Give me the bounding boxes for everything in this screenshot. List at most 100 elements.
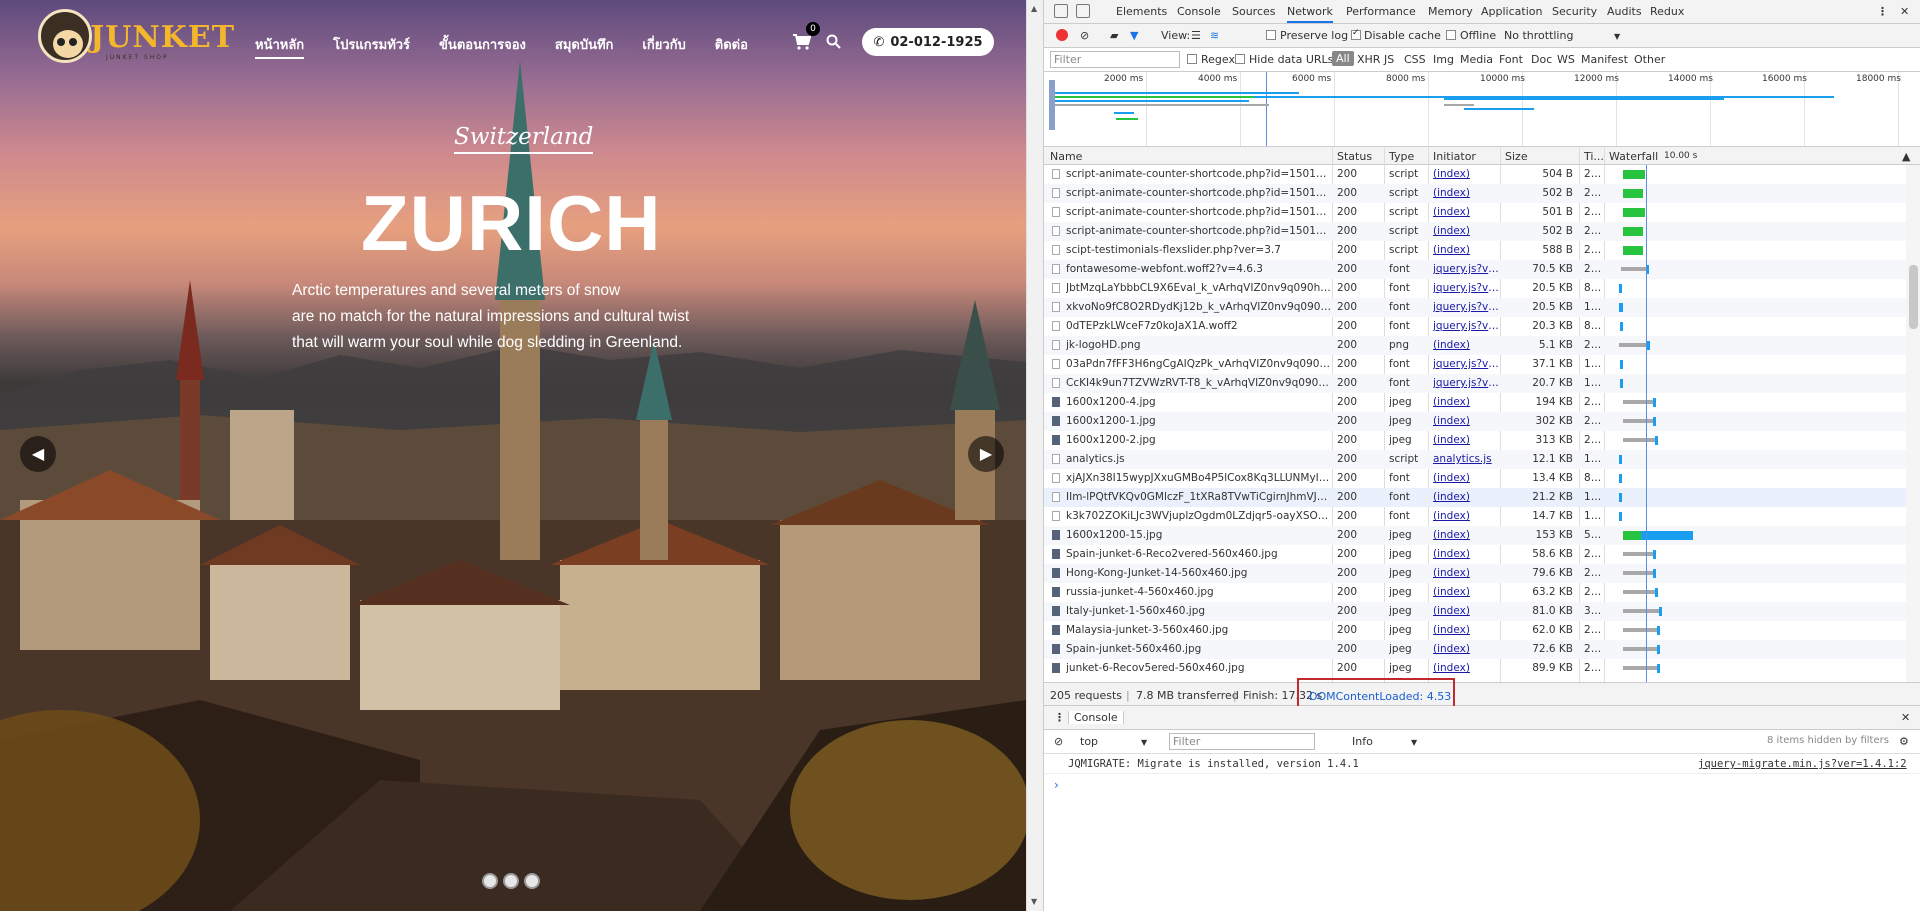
inspect-element-icon[interactable] bbox=[1054, 4, 1068, 18]
network-request-row[interactable]: IIm-lPQtfVKQv0GMlczF_1tXRa8TVwTiCgirnJhm… bbox=[1044, 488, 1906, 507]
cart-icon[interactable] bbox=[793, 34, 812, 55]
type-filter-css[interactable]: CSS bbox=[1404, 53, 1426, 66]
tab-console-drawer[interactable]: Console bbox=[1068, 711, 1124, 724]
nav-about[interactable]: เกี่ยวกับ bbox=[642, 34, 685, 59]
tab-redux[interactable]: Redux bbox=[1650, 5, 1684, 18]
slider-dot[interactable] bbox=[524, 873, 540, 889]
capture-screenshots-icon[interactable]: ▰ bbox=[1110, 29, 1118, 42]
chevron-down-icon[interactable]: ▼ bbox=[1411, 738, 1417, 747]
network-request-row[interactable]: junket-6-Recov5ered-560x460.jpg 200 jpeg (i… bbox=[1044, 659, 1906, 678]
scrollbar-thumb[interactable] bbox=[1909, 265, 1918, 329]
network-request-row[interactable]: fontawesome-webfont.woff2?v=4.6.3 200 font… bbox=[1044, 260, 1906, 279]
slider-dot[interactable] bbox=[503, 873, 519, 889]
request-initiator[interactable]: (index) bbox=[1433, 244, 1499, 256]
network-request-row[interactable]: Hong-Kong-Junket-14-560x460.jpg 200 jpeg (i… bbox=[1044, 564, 1906, 583]
filter-icon[interactable]: ▼ bbox=[1130, 29, 1138, 42]
type-filter-manifest[interactable]: Manifest bbox=[1581, 53, 1628, 66]
tab-audits[interactable]: Audits bbox=[1607, 5, 1642, 18]
clear-console-icon[interactable]: ⊘ bbox=[1054, 735, 1063, 748]
request-initiator[interactable]: (index) bbox=[1433, 187, 1499, 199]
close-drawer-icon[interactable]: ✕ bbox=[1901, 711, 1910, 724]
type-filter-img[interactable]: Img bbox=[1433, 53, 1454, 66]
console-prompt[interactable]: › bbox=[1054, 778, 1059, 792]
throttling-select[interactable]: No throttling bbox=[1504, 29, 1573, 42]
console-message-source[interactable]: jquery-migrate.min.js?ver=1.4.1:2 bbox=[1698, 758, 1907, 770]
preserve-log-checkbox[interactable] bbox=[1266, 30, 1276, 40]
network-request-row[interactable]: analytics.js 200 script analytics.js 12.1 KB… bbox=[1044, 450, 1906, 469]
offline-checkbox[interactable] bbox=[1446, 30, 1456, 40]
request-initiator[interactable]: (index) bbox=[1433, 624, 1499, 636]
tab-performance[interactable]: Performance bbox=[1346, 5, 1416, 18]
request-initiator[interactable]: (index) bbox=[1433, 225, 1499, 237]
request-initiator[interactable]: (index) bbox=[1433, 586, 1499, 598]
column-initiator[interactable]: Initiator bbox=[1433, 150, 1476, 163]
site-logo[interactable]: JUNKET JUNKET SHOP bbox=[36, 6, 234, 66]
request-initiator[interactable]: (index) bbox=[1433, 396, 1499, 408]
network-request-row[interactable]: Spain-junket-6-Reco2vered-560x460.jpg 200… bbox=[1044, 545, 1906, 564]
network-request-row[interactable]: russia-junket-4-560x460.jpg 200 jpeg (index… bbox=[1044, 583, 1906, 602]
clear-icon[interactable]: ⊘ bbox=[1080, 29, 1089, 42]
nav-booking-steps[interactable]: ขั้นตอนการจอง bbox=[439, 34, 526, 59]
network-request-row[interactable]: 1600x1200-4.jpg 200 jpeg (index) 194 KB 2.3..… bbox=[1044, 393, 1906, 412]
column-waterfall[interactable]: Waterfall bbox=[1609, 150, 1658, 163]
nav-journal[interactable]: สมุดบันทึก bbox=[555, 34, 614, 59]
request-initiator[interactable]: jquery.js?ver=1... bbox=[1433, 301, 1499, 313]
scroll-up-icon[interactable]: ▲ bbox=[1031, 4, 1037, 13]
request-initiator[interactable]: (index) bbox=[1433, 168, 1499, 180]
console-settings-icon[interactable]: ⚙ bbox=[1899, 735, 1909, 748]
network-request-row[interactable]: Italy-junket-1-560x460.jpg 200 jpeg (index)… bbox=[1044, 602, 1906, 621]
chevron-down-icon[interactable]: ▼ bbox=[1141, 738, 1147, 747]
sort-icon[interactable]: ▲ bbox=[1902, 150, 1910, 163]
nav-tour-programs[interactable]: โปรแกรมทัวร์ bbox=[333, 34, 410, 59]
request-initiator[interactable]: (index) bbox=[1433, 643, 1499, 655]
type-filter-js[interactable]: JS bbox=[1384, 53, 1394, 66]
console-filter-input[interactable]: Filter bbox=[1169, 733, 1315, 750]
search-icon[interactable] bbox=[826, 34, 841, 49]
record-icon[interactable] bbox=[1056, 29, 1068, 41]
request-initiator[interactable]: (index) bbox=[1433, 206, 1499, 218]
network-overview-timeline[interactable]: 2000 ms 4000 ms 6000 ms 8000 ms 10000 ms 1200… bbox=[1044, 72, 1920, 156]
network-request-row[interactable]: 1600x1200-1.jpg 200 jpeg (index) 302 KB 2.4..… bbox=[1044, 412, 1906, 431]
request-initiator[interactable]: (index) bbox=[1433, 605, 1499, 617]
request-initiator[interactable]: (index) bbox=[1433, 434, 1499, 446]
type-filter-other[interactable]: Other bbox=[1634, 53, 1665, 66]
log-level-select[interactable]: Info bbox=[1352, 735, 1373, 748]
network-request-row[interactable]: k3k702ZOKiLJc3WVjuplzOgdm0LZdjqr5-oayXSO… bbox=[1044, 507, 1906, 526]
close-devtools-icon[interactable]: ✕ bbox=[1900, 5, 1909, 18]
request-initiator[interactable]: (index) bbox=[1433, 529, 1499, 541]
request-initiator[interactable]: analytics.js bbox=[1433, 453, 1499, 465]
overview-icon[interactable]: ≋ bbox=[1210, 29, 1219, 42]
network-request-row[interactable]: CcKI4k9un7TZVWzRVT-T8_k_vArhqVIZ0nv9q090… bbox=[1044, 374, 1906, 393]
tab-elements[interactable]: Elements bbox=[1116, 5, 1167, 18]
network-request-row[interactable]: 1600x1200-2.jpg 200 jpeg (index) 313 KB 2.6..… bbox=[1044, 431, 1906, 450]
tab-memory[interactable]: Memory bbox=[1428, 5, 1473, 18]
network-request-row[interactable]: Malaysia-junket-3-560x460.jpg 200 jpeg (ind… bbox=[1044, 621, 1906, 640]
network-request-row[interactable]: scipt-testimonials-flexslider.php?ver=3.… bbox=[1044, 241, 1906, 260]
page-scrollbar[interactable]: ▲ ▼ bbox=[1026, 0, 1043, 911]
column-name[interactable]: Name bbox=[1050, 150, 1082, 163]
network-request-row[interactable]: Spain-junket-560x460.jpg 200 jpeg (index) 72… bbox=[1044, 640, 1906, 659]
request-initiator[interactable]: (index) bbox=[1433, 491, 1499, 503]
type-filter-xhr[interactable]: XHR bbox=[1357, 53, 1380, 66]
request-initiator[interactable]: (index) bbox=[1433, 510, 1499, 522]
request-initiator[interactable]: jquery.js?ver=1... bbox=[1433, 358, 1499, 370]
slider-dot[interactable] bbox=[482, 873, 498, 889]
nav-contact[interactable]: ติดต่อ bbox=[715, 34, 748, 59]
drawer-menu-icon[interactable]: ⋮ bbox=[1054, 711, 1065, 724]
network-request-row[interactable]: script-animate-counter-shortcode.php?id=… bbox=[1044, 184, 1906, 203]
tab-network[interactable]: Network bbox=[1287, 5, 1333, 23]
slider-next-button[interactable]: ▶ bbox=[968, 436, 1004, 472]
type-filter-media[interactable]: Media bbox=[1460, 53, 1493, 66]
tab-application[interactable]: Application bbox=[1481, 5, 1542, 18]
column-status[interactable]: Status bbox=[1337, 150, 1372, 163]
network-scrollbar[interactable] bbox=[1906, 165, 1920, 682]
nav-home[interactable]: หน้าหลัก bbox=[255, 34, 305, 59]
request-initiator[interactable]: (index) bbox=[1433, 662, 1499, 674]
large-rows-icon[interactable]: ☰ bbox=[1191, 29, 1201, 42]
column-type[interactable]: Type bbox=[1389, 150, 1414, 163]
type-filter-all[interactable]: All bbox=[1332, 51, 1354, 66]
phone-button[interactable]: ✆ 02-012-1925 bbox=[862, 28, 994, 56]
scroll-down-icon[interactable]: ▼ bbox=[1031, 897, 1037, 906]
network-request-row[interactable]: 1600x1200-15.jpg 200 jpeg (index) 153 KB 5.3.… bbox=[1044, 526, 1906, 545]
request-initiator[interactable]: jquery.js?ver=1... bbox=[1433, 320, 1499, 332]
